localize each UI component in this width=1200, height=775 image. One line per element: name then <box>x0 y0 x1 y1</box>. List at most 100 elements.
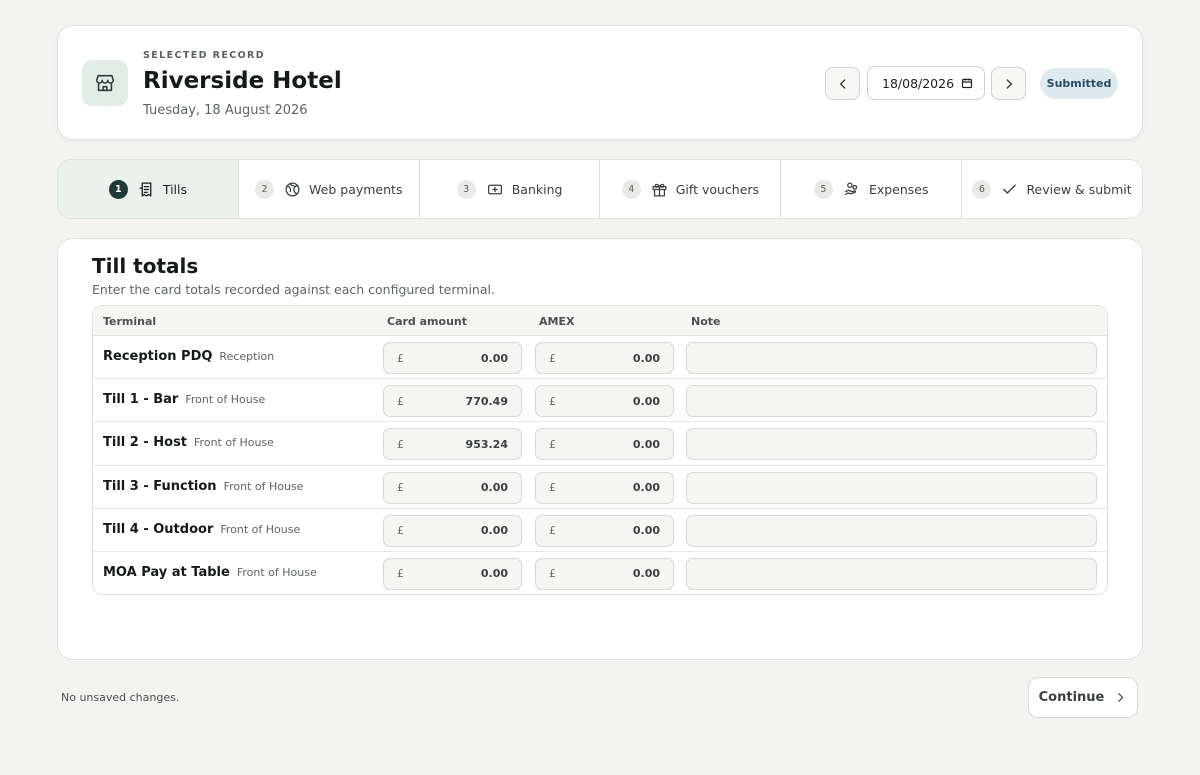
amex-amount-value: 0.00 <box>632 524 660 538</box>
hand-coins-icon <box>843 181 861 198</box>
continue-label: Continue <box>1038 690 1105 705</box>
check-icon <box>1001 181 1018 198</box>
terminal-name: Till 1 - Bar <box>103 392 179 408</box>
terminal-location: Front of House <box>236 565 317 579</box>
terminal-cell: Till 4 - Outdoor Front of House <box>103 522 300 537</box>
currency-symbol: £ <box>549 437 556 451</box>
continue-button[interactable]: Continue <box>1028 677 1138 718</box>
globe-icon <box>284 181 301 198</box>
terminal-name: MOA Pay at Table <box>103 564 230 580</box>
step-number: 6 <box>972 179 992 199</box>
table-row: Till 4 - Outdoor Front of House £0.00 £0.00 <box>93 509 1107 552</box>
store-icon <box>82 60 128 106</box>
currency-symbol: £ <box>549 524 556 538</box>
page-subtitle: Tuesday, 18 August 2026 <box>143 103 308 118</box>
card-amount-value: 770.49 <box>465 394 508 408</box>
table-row: Till 1 - Bar Front of House £770.49 £0.00 <box>93 379 1107 423</box>
calendar-icon[interactable] <box>961 77 973 89</box>
terminal-cell: Reception PDQ Reception <box>103 349 274 364</box>
chevron-right-icon <box>1006 78 1012 89</box>
tab-web-payments[interactable]: 2 Web payments <box>239 160 420 218</box>
chevron-left-icon <box>839 78 845 89</box>
note-input[interactable] <box>686 471 1097 504</box>
terminal-cell: Till 2 - Host Front of House <box>103 435 274 450</box>
currency-symbol: £ <box>549 481 556 495</box>
card-amount-value: 0.00 <box>480 481 508 495</box>
currency-symbol: £ <box>549 394 556 408</box>
chevron-right-icon <box>1118 693 1124 702</box>
terminal-name: Till 3 - Function <box>103 478 217 494</box>
tab-tills[interactable]: 1 Tills <box>58 160 239 218</box>
step-label: Expenses <box>868 181 929 197</box>
column-header-note: Note <box>691 315 721 328</box>
card-amount-input[interactable]: £0.00 <box>383 514 522 547</box>
amex-amount-input[interactable]: £0.00 <box>535 385 674 418</box>
table-header: Terminal Card amount AMEX Note <box>93 306 1107 336</box>
terminal-cell: Till 1 - Bar Front of House <box>103 392 265 407</box>
card-amount-value: 0.00 <box>480 524 508 538</box>
amex-amount-input[interactable]: £0.00 <box>535 428 674 461</box>
step-label: Banking <box>511 181 563 197</box>
terminal-location: Front of House <box>220 522 301 536</box>
column-header-card-amount: Card amount <box>387 315 467 328</box>
terminal-name: Till 2 - Host <box>103 435 188 451</box>
till-totals-panel: Till totals Enter the card totals record… <box>57 238 1143 660</box>
save-status: No unsaved changes. <box>61 691 180 704</box>
tab-review-submit[interactable]: 6 Review & submit <box>962 160 1142 218</box>
amex-amount-input[interactable]: £0.00 <box>535 471 674 504</box>
terminal-location: Front of House <box>194 436 274 450</box>
note-input[interactable] <box>686 514 1097 547</box>
note-input[interactable] <box>686 342 1097 374</box>
amex-amount-input[interactable]: £0.00 <box>535 342 674 374</box>
note-input[interactable] <box>686 557 1097 590</box>
card-amount-input[interactable]: £0.00 <box>383 557 522 590</box>
amex-amount-value: 0.00 <box>632 567 660 581</box>
terminal-name: Reception PDQ <box>103 349 213 364</box>
status-badge: Submitted <box>1040 68 1118 99</box>
table-row: Till 2 - Host Front of House £953.24 £0.00 <box>93 422 1107 466</box>
terminal-location: Front of House <box>185 393 266 407</box>
amex-amount-input[interactable]: £0.00 <box>535 514 674 547</box>
page-title: Riverside Hotel <box>143 68 342 94</box>
card-amount-input[interactable]: £0.00 <box>383 342 522 374</box>
step-number: 5 <box>813 179 833 199</box>
note-input[interactable] <box>686 428 1097 461</box>
currency-symbol: £ <box>397 524 404 538</box>
amex-amount-value: 0.00 <box>632 394 660 408</box>
next-date-button[interactable] <box>991 67 1026 100</box>
previous-date-button[interactable] <box>825 67 860 100</box>
card-amount-input[interactable]: £770.49 <box>383 385 522 418</box>
step-number: 3 <box>456 179 476 199</box>
amex-amount-value: 0.00 <box>632 481 660 495</box>
column-header-amex: AMEX <box>539 315 575 328</box>
cash-icon <box>486 181 504 198</box>
step-number: 2 <box>255 179 275 199</box>
step-tabs: 1 Tills 2 Web payments 3 Banking 4 Gift … <box>57 159 1143 219</box>
step-label: Review & submit <box>1026 181 1132 197</box>
step-number: 1 <box>108 179 128 199</box>
date-value: 18/08/2026 <box>882 75 955 91</box>
gift-icon <box>651 181 668 198</box>
terminal-cell: MOA Pay at Table Front of House <box>103 565 317 580</box>
step-label: Tills <box>162 181 187 197</box>
tab-expenses[interactable]: 5 Expenses <box>781 160 963 218</box>
card-amount-value: 0.00 <box>480 351 508 365</box>
table-row: Reception PDQ Reception £0.00 £0.00 <box>93 336 1107 380</box>
terminal-location: Front of House <box>223 479 304 493</box>
section-description: Enter the card totals recorded against e… <box>92 282 495 297</box>
eyebrow-label: SELECTED RECORD <box>143 50 266 61</box>
note-input[interactable] <box>686 385 1097 418</box>
card-amount-input[interactable]: £953.24 <box>383 428 522 461</box>
card-amount-value: 953.24 <box>465 437 508 451</box>
currency-symbol: £ <box>397 437 404 451</box>
table-row: MOA Pay at Table Front of House £0.00 £0.00 <box>93 552 1107 594</box>
date-input[interactable]: 18/08/2026 <box>867 66 985 100</box>
terminal-cell: Till 3 - Function Front of House <box>103 479 303 494</box>
tab-gift-vouchers[interactable]: 4 Gift vouchers <box>600 160 782 218</box>
amex-amount-input[interactable]: £0.00 <box>535 557 674 590</box>
table-row: Till 3 - Function Front of House £0.00 £0.0… <box>93 466 1107 509</box>
card-amount-input[interactable]: £0.00 <box>383 471 522 504</box>
currency-symbol: £ <box>397 567 404 581</box>
currency-symbol: £ <box>549 567 556 581</box>
tab-banking[interactable]: 3 Banking <box>420 160 601 218</box>
